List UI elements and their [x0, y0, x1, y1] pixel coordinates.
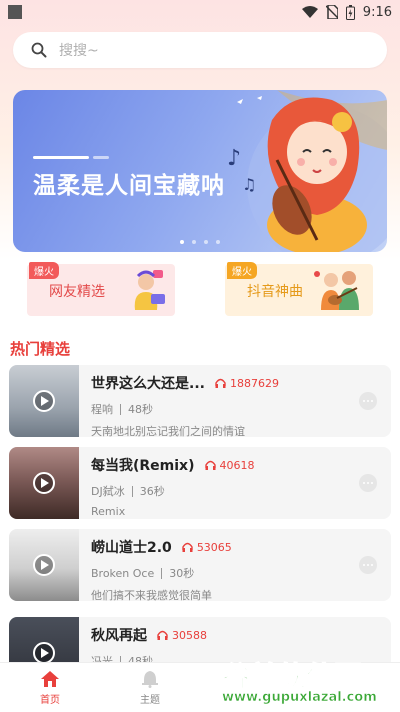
- artist-name: Broken Oce: [91, 566, 155, 580]
- play-count-value: 40618: [219, 458, 255, 472]
- search-input[interactable]: 搜搜~: [13, 32, 387, 68]
- guitar-players-illustration: [314, 271, 359, 310]
- song-description: Remix: [91, 505, 126, 518]
- status-bar: 9:16: [0, 0, 400, 24]
- song-list-item[interactable]: 崂山道士2.0 53065 Broken Oce 30秒 他们搞不来我感觉很简单: [9, 529, 391, 602]
- listener-illustration: [134, 270, 165, 310]
- song-title: 每当我(Remix): [91, 458, 195, 474]
- svg-text:谷普软件园: 谷普软件园: [222, 660, 362, 693]
- search-placeholder: 搜搜~: [59, 43, 99, 59]
- artist-name: DJ弑冰: [91, 485, 125, 498]
- tab-home[interactable]: 首页: [0, 663, 100, 712]
- play-count: 40618: [204, 458, 255, 472]
- category-row: 爆火 网友精选 爆火 抖音神曲: [0, 262, 400, 316]
- watermark-logo: 谷普软件园 www.gupuxlazal.com: [218, 658, 398, 708]
- play-icon[interactable]: [33, 642, 55, 664]
- carousel-dot[interactable]: [180, 240, 184, 244]
- carousel-dot[interactable]: [216, 240, 220, 244]
- svg-text:♪: ♪: [227, 146, 241, 171]
- play-count-value: 53065: [196, 540, 232, 554]
- svg-text:www.gupuxlazal.com: www.gupuxlazal.com: [222, 690, 377, 704]
- song-title: 崂山道士2.0: [91, 540, 172, 556]
- play-icon[interactable]: [33, 390, 55, 412]
- more-options-icon[interactable]: [359, 392, 377, 410]
- section-title-hot-picks: 热门精选: [10, 340, 71, 358]
- headphones-icon: [157, 630, 168, 640]
- category-label: 抖音神曲: [247, 284, 303, 300]
- bell-icon: [142, 670, 158, 688]
- album-cover: [9, 447, 79, 519]
- notification-icon: [8, 5, 22, 19]
- more-options-icon[interactable]: [359, 474, 377, 492]
- duration: 36秒: [139, 485, 165, 498]
- svg-text:♫: ♫: [242, 175, 256, 194]
- search-icon: [31, 42, 47, 58]
- song-list-item[interactable]: 每当我(Remix) 40618 DJ弑冰 36秒 Remix: [9, 447, 391, 519]
- category-label: 网友精选: [49, 284, 105, 300]
- artist-name: 程响: [91, 403, 113, 416]
- no-sim-icon: [325, 5, 338, 19]
- banner-decor-line: [93, 156, 109, 159]
- headphones-icon: [215, 378, 226, 388]
- carousel-dot[interactable]: [204, 240, 208, 244]
- album-cover: [9, 365, 79, 437]
- hot-badge: 爆火: [29, 262, 59, 279]
- song-list: 世界这么大还是... 1887629 程响 48秒 天南地北别忘记我们之间的情谊: [0, 365, 400, 689]
- banner-carousel[interactable]: 温柔是人间宝藏呐 ♪ ♫: [13, 90, 387, 252]
- song-description: 天南地北别忘记我们之间的情谊: [91, 425, 245, 438]
- home-icon: [41, 670, 59, 687]
- play-count-value: 1887629: [229, 376, 279, 390]
- headphones-icon: [182, 542, 193, 552]
- headphones-icon: [204, 460, 216, 470]
- banner-title: 温柔是人间宝藏呐: [33, 173, 225, 199]
- category-netizen-picks[interactable]: 爆火 网友精选: [27, 262, 175, 316]
- song-list-item[interactable]: 世界这么大还是... 1887629 程响 48秒 天南地北别忘记我们之间的情谊: [9, 365, 391, 438]
- song-title: 世界这么大还是...: [91, 376, 205, 392]
- girl-cello-illustration: ♪ ♫: [227, 90, 387, 252]
- duration: 30秒: [169, 567, 195, 580]
- hot-badge: 爆火: [227, 262, 257, 279]
- play-count: 53065: [182, 541, 232, 554]
- play-icon[interactable]: [33, 472, 55, 494]
- wifi-icon: [301, 5, 318, 18]
- carousel-indicator: [13, 240, 387, 244]
- banner-decor-line: [33, 156, 89, 159]
- play-count: 1887629: [215, 377, 279, 390]
- duration: 48秒: [128, 403, 153, 416]
- song-title: 秋风再起: [91, 628, 147, 644]
- category-douyin-hits[interactable]: 爆火 抖音神曲: [225, 262, 373, 316]
- play-count: 30588: [157, 629, 207, 642]
- tab-label: 首页: [40, 694, 60, 706]
- divider: [120, 403, 121, 415]
- tab-label: 主题: [140, 694, 160, 706]
- play-icon[interactable]: [33, 554, 55, 576]
- carousel-dot[interactable]: [192, 240, 196, 244]
- battery-icon: [345, 4, 355, 20]
- play-count-value: 30588: [172, 628, 207, 642]
- divider: [161, 567, 163, 579]
- tab-theme[interactable]: 主题: [100, 663, 200, 712]
- song-description: 他们搞不来我感觉很简单: [91, 589, 212, 602]
- clock: 9:16: [362, 4, 392, 20]
- album-cover: [9, 529, 79, 601]
- divider: [131, 485, 133, 497]
- more-options-icon[interactable]: [359, 556, 377, 574]
